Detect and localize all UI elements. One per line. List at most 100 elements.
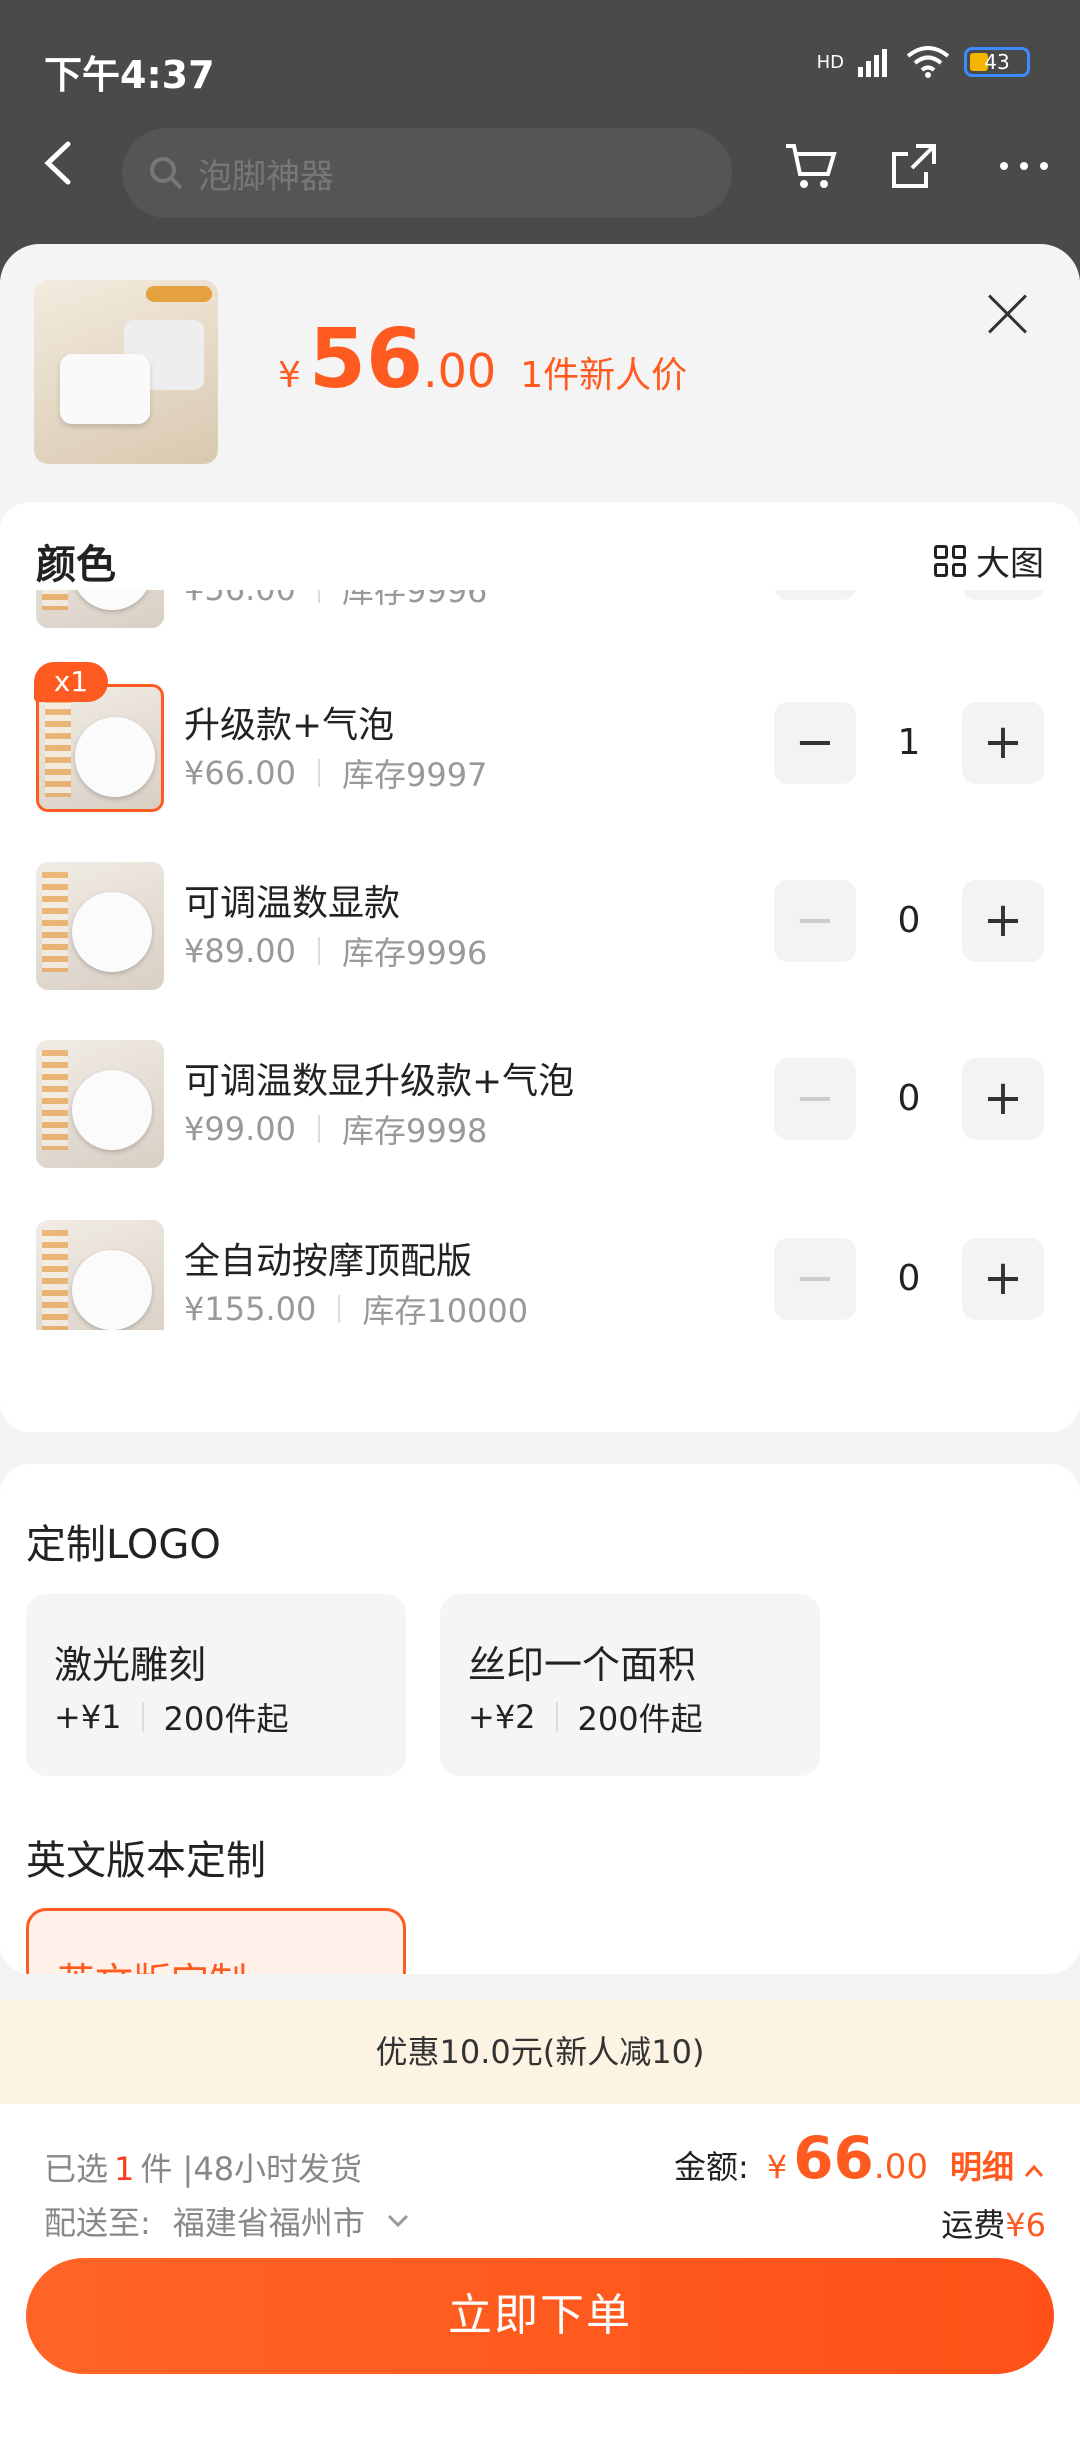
product-thumbnail[interactable] bbox=[34, 280, 218, 464]
status-time: 下午4:37 bbox=[44, 53, 215, 97]
selected-suffix: 件 |48小时发货 bbox=[140, 2150, 363, 2188]
decrease-button[interactable]: − bbox=[774, 1238, 856, 1320]
product-price: ¥ 56 .00 1件新人价 bbox=[278, 312, 687, 407]
sku-name: 可调温数显款 bbox=[184, 883, 401, 924]
quantity-stepper: − 0 + bbox=[774, 590, 1044, 602]
total-amount: 金额: ¥ 66 .00 明细 bbox=[674, 2124, 1044, 2192]
search-placeholder: 泡脚神器 bbox=[198, 156, 334, 197]
more-button[interactable] bbox=[996, 138, 1056, 198]
top-nav: 泡脚神器 bbox=[0, 120, 1080, 220]
quantity-stepper: − 0 + bbox=[774, 1238, 1044, 1322]
increase-button[interactable]: + bbox=[962, 590, 1044, 600]
sku-price: ¥155.00 bbox=[184, 1290, 317, 1328]
section-title-color: 颜色 bbox=[36, 542, 116, 588]
network-label: HD bbox=[816, 51, 844, 73]
signal-icon bbox=[858, 49, 887, 77]
decrease-button[interactable]: − bbox=[774, 702, 856, 784]
color-section: 颜色 大图 ¥56.00 库存9996 − 0 + bbox=[0, 502, 1080, 1432]
checkout-footer: 已选 1 件 |48小时发货 配送至: 福建省福州市 金额: ¥ 66 .00 明细… bbox=[0, 2104, 1080, 2460]
battery-level: 43 bbox=[984, 50, 1010, 74]
search-bar[interactable]: 泡脚神器 bbox=[122, 128, 732, 218]
customization-section: 定制LOGO 激光雕刻 +¥1 200件起 丝印一个面积 +¥2 200件起 英… bbox=[0, 1464, 1080, 1974]
section-title-logo: 定制LOGO bbox=[26, 1522, 221, 1568]
quantity-value[interactable]: 0 bbox=[856, 590, 962, 600]
more-icon bbox=[1000, 162, 1048, 170]
cart-button[interactable] bbox=[782, 138, 842, 198]
big-view-label: 大图 bbox=[976, 544, 1044, 584]
quantity-stepper: − 0 + bbox=[774, 880, 1044, 964]
freight-value: ¥6 bbox=[1005, 2206, 1046, 2244]
price-currency: ¥ bbox=[278, 355, 301, 396]
selected-summary: 已选 1 件 |48小时发货 bbox=[44, 2144, 362, 2190]
selected-prefix: 已选 bbox=[44, 2150, 109, 2188]
quantity-value[interactable]: 0 bbox=[856, 1058, 962, 1140]
decrease-button[interactable]: − bbox=[774, 880, 856, 962]
option-price: +¥2 bbox=[468, 1698, 536, 1736]
share-icon bbox=[892, 144, 936, 188]
logo-option-silkscreen[interactable]: 丝印一个面积 +¥2 200件起 bbox=[440, 1594, 820, 1776]
sku-name: 升级款+气泡 bbox=[184, 705, 395, 746]
sku-price: ¥66.00 bbox=[184, 754, 296, 792]
sku-item[interactable]: 可调温数显升级款+气泡 ¥99.00 库存9998 − 0 + bbox=[0, 1040, 1080, 1170]
place-order-button[interactable]: 立即下单 bbox=[26, 2258, 1054, 2374]
freight-label: 运费 bbox=[941, 2206, 1006, 2244]
sku-item[interactable]: x1 升级款+气泡 ¥66.00 库存9997 − 1 + bbox=[0, 662, 1080, 814]
amount-decimal: .00 bbox=[873, 2147, 928, 2187]
decrease-button[interactable]: − bbox=[774, 590, 856, 600]
sku-name: 全自动按摩顶配版 bbox=[184, 1241, 473, 1282]
option-price: +¥1 bbox=[54, 1698, 122, 1736]
quantity-badge: x1 bbox=[34, 662, 108, 702]
sku-thumbnail bbox=[36, 862, 164, 990]
sku-stock: 库存10000 bbox=[362, 1292, 529, 1330]
increase-button[interactable]: + bbox=[962, 1238, 1044, 1320]
close-icon[interactable] bbox=[986, 292, 1030, 336]
decrease-button[interactable]: − bbox=[774, 1058, 856, 1140]
big-view-button[interactable]: 大图 bbox=[934, 536, 1044, 585]
english-option[interactable]: 英文版定制 bbox=[26, 1908, 406, 1974]
increase-button[interactable]: + bbox=[962, 702, 1044, 784]
amount-integer: 66 bbox=[793, 2124, 874, 2192]
logo-option-laser[interactable]: 激光雕刻 +¥1 200件起 bbox=[26, 1594, 406, 1776]
ship-location: 福建省福州市 bbox=[172, 2204, 365, 2242]
wifi-icon bbox=[906, 46, 950, 78]
ship-to[interactable]: 配送至: 福建省福州市 bbox=[44, 2198, 409, 2244]
sheet-header: ¥ 56 .00 1件新人价 bbox=[0, 244, 1080, 502]
quantity-value[interactable]: 0 bbox=[856, 880, 962, 962]
option-name: 丝印一个面积 bbox=[468, 1643, 697, 1687]
chevron-up-icon[interactable] bbox=[1024, 2164, 1044, 2178]
sku-thumbnail bbox=[36, 684, 164, 812]
sku-item[interactable]: 可调温数显款 ¥89.00 库存9996 − 0 + bbox=[0, 862, 1080, 992]
back-button[interactable] bbox=[40, 138, 90, 198]
amount-currency: ¥ bbox=[766, 2148, 788, 2186]
option-moq: 200件起 bbox=[577, 1700, 703, 1738]
sku-stock: 库存9996 bbox=[341, 590, 488, 610]
sku-thumbnail bbox=[36, 1040, 164, 1168]
sku-list: ¥56.00 库存9996 − 0 + x1 升级款+气泡 ¥66.00 bbox=[0, 590, 1080, 1330]
selected-count: 1 bbox=[114, 2150, 135, 2188]
quantity-value[interactable]: 1 bbox=[856, 702, 962, 784]
section-title-english: 英文版本定制 bbox=[26, 1838, 266, 1884]
increase-button[interactable]: + bbox=[962, 1058, 1044, 1140]
grid-icon bbox=[934, 544, 966, 577]
freight: 运费¥6 bbox=[941, 2200, 1046, 2246]
sku-thumbnail bbox=[36, 590, 164, 628]
share-button[interactable] bbox=[886, 138, 946, 198]
chevron-down-icon bbox=[387, 2214, 408, 2228]
sku-stock: 库存9997 bbox=[341, 756, 488, 794]
option-name: 英文版定制 bbox=[57, 1951, 247, 1974]
detail-button[interactable]: 明细 bbox=[950, 2142, 1014, 2188]
sku-item[interactable]: ¥56.00 库存9996 − 0 + bbox=[0, 590, 1080, 630]
increase-button[interactable]: + bbox=[962, 880, 1044, 962]
price-decimal: .00 bbox=[423, 344, 497, 398]
amount-label: 金额: bbox=[674, 2148, 749, 2186]
quantity-stepper: − 0 + bbox=[774, 1058, 1044, 1142]
quantity-stepper: − 1 + bbox=[774, 702, 1044, 786]
sku-item[interactable]: 全自动按摩顶配版 ¥155.00 库存10000 − 0 + bbox=[0, 1220, 1080, 1330]
promo-banner: 优惠10.0元(新人减10) bbox=[0, 2000, 1080, 2104]
price-integer: 56 bbox=[308, 312, 424, 407]
sku-thumbnail bbox=[36, 1220, 164, 1330]
sku-stock: 库存9998 bbox=[341, 1112, 488, 1150]
search-icon bbox=[150, 157, 183, 190]
ship-label: 配送至: bbox=[44, 2204, 151, 2242]
quantity-value[interactable]: 0 bbox=[856, 1238, 962, 1320]
